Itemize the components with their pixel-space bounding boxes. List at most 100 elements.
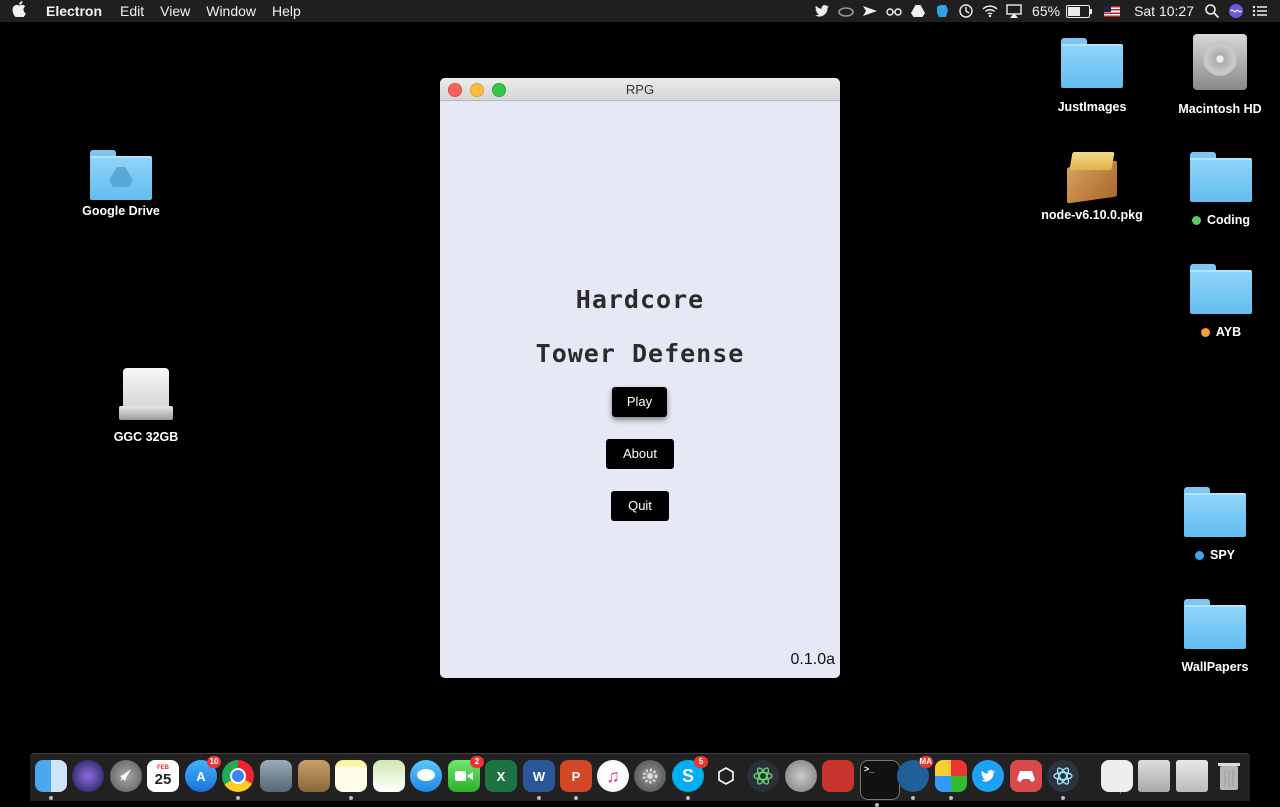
desktop-icon-label: Macintosh HD — [1178, 102, 1262, 116]
documents-stack-icon[interactable] — [1138, 760, 1170, 792]
desktop-icon-macintosh-hd[interactable]: Macintosh HD — [1160, 32, 1280, 116]
notification-center-icon[interactable] — [1248, 0, 1272, 22]
evernote-icon[interactable] — [930, 0, 954, 22]
atom-icon[interactable] — [747, 760, 779, 792]
desktop-icon-label: Coding — [1161, 213, 1280, 227]
package-installer-icon — [1061, 146, 1123, 204]
desktop-icon-google-drive[interactable]: Google Drive — [61, 150, 181, 218]
desktop-icon-node-pkg[interactable]: node-v6.10.0.pkg — [1032, 146, 1152, 222]
menu-bar: Electron Edit View Window Help 65% Sat 1… — [0, 0, 1280, 22]
quicktime-document-icon[interactable] — [1101, 760, 1133, 792]
menu-help[interactable]: Help — [264, 3, 309, 19]
desktop-icon-ayb[interactable]: AYB — [1161, 264, 1280, 339]
dock: FEB 25 A 10 2 X W P ♫ S5 >_ MA — [30, 753, 1250, 807]
desktop-icon-wallpapers[interactable]: WallPapers — [1155, 599, 1275, 674]
menu-view[interactable]: View — [152, 3, 198, 19]
unity-icon[interactable] — [710, 760, 742, 792]
game-controller-icon[interactable] — [1010, 760, 1042, 792]
send-icon[interactable] — [858, 0, 882, 22]
orange-tag-dot — [1200, 327, 1210, 337]
twitter-icon[interactable] — [810, 0, 834, 22]
game-title-line-1: Hardcore — [575, 285, 705, 314]
airplay-icon[interactable] — [1002, 0, 1026, 22]
blue-tag-dot — [1194, 550, 1204, 560]
desktop-icon-label: JustImages — [1057, 100, 1127, 114]
desktop-icon-label: node-v6.10.0.pkg — [1041, 208, 1143, 222]
preview-icon[interactable] — [260, 760, 292, 792]
about-button[interactable]: About — [606, 439, 674, 469]
window-zoom-button[interactable] — [492, 83, 506, 97]
us-flag-input-icon[interactable] — [1104, 5, 1121, 17]
downloads-stack-icon[interactable] — [1176, 760, 1208, 792]
google-drive-folder-icon — [90, 150, 152, 200]
desktop-icon-ggc-32gb[interactable]: GGC 32GB — [86, 366, 206, 444]
quit-button[interactable]: Quit — [611, 491, 669, 521]
desktop-icon-label: SPY — [1155, 548, 1275, 562]
google-drive-icon[interactable] — [906, 0, 930, 22]
finder-icon[interactable] — [35, 760, 67, 800]
folder-icon — [1184, 599, 1246, 649]
word-icon[interactable]: W — [523, 760, 555, 800]
spotlight-search-icon[interactable] — [1200, 0, 1224, 22]
play-button[interactable]: Play — [612, 387, 667, 417]
siri-icon[interactable] — [1224, 0, 1248, 22]
siri-dock-icon[interactable] — [72, 760, 104, 792]
twitter-dock-icon[interactable] — [972, 760, 1004, 792]
battery-percent[interactable]: 65% — [1026, 3, 1066, 19]
wifi-icon[interactable] — [978, 0, 1002, 22]
facetime-icon[interactable]: 2 — [448, 756, 484, 792]
itunes-icon[interactable]: ♫ — [597, 760, 629, 792]
green-tag-dot — [1191, 215, 1201, 225]
launchpad-icon[interactable] — [110, 760, 142, 792]
external-drive-icon — [119, 366, 173, 424]
desktop-icon-label: WallPapers — [1181, 660, 1249, 674]
skype-icon[interactable]: S5 — [672, 756, 708, 800]
network-utility-icon[interactable] — [785, 760, 817, 792]
remote-desktop-icon[interactable] — [822, 760, 854, 792]
hard-drive-icon — [1191, 32, 1249, 92]
version-label: 0.1.0a — [790, 651, 835, 668]
window-close-button[interactable] — [448, 83, 462, 97]
skype-badge: 5 — [694, 756, 708, 768]
menu-window[interactable]: Window — [198, 3, 264, 19]
notes-icon[interactable] — [335, 760, 367, 800]
chrome-icon[interactable] — [222, 760, 254, 800]
terminal-icon[interactable]: >_ — [860, 760, 900, 807]
calendar-icon[interactable]: FEB 25 — [147, 760, 179, 792]
clock[interactable]: Sat 10:27 — [1128, 3, 1200, 19]
messages-icon[interactable] — [410, 760, 442, 792]
game-title-line-2: Tower Defense — [535, 339, 745, 368]
trash-icon[interactable] — [1213, 760, 1245, 792]
game-menu: Hardcore Tower Defense Play About Quit 0… — [440, 101, 840, 678]
app-store-icon[interactable]: A 10 — [185, 756, 221, 792]
desktop-icon-coding[interactable]: Coding — [1161, 152, 1280, 227]
apple-menu-icon[interactable] — [0, 1, 38, 21]
excel-icon[interactable]: X — [485, 760, 517, 792]
menu-edit[interactable]: Edit — [112, 3, 152, 19]
mastodon-icon[interactable]: MA — [897, 756, 933, 800]
creative-cloud-icon[interactable] — [834, 0, 858, 22]
electron-icon[interactable] — [1047, 760, 1079, 800]
desktop-icon-justimages[interactable]: JustImages — [1032, 38, 1152, 114]
calendar-day: 25 — [154, 771, 172, 788]
contacts-icon[interactable] — [298, 760, 330, 792]
powerpoint-icon[interactable]: P — [560, 760, 592, 800]
grid-app-icon[interactable] — [935, 760, 967, 800]
glasses-icon[interactable] — [882, 0, 906, 22]
window-title: RPG — [625, 81, 655, 97]
window-minimize-button[interactable] — [470, 83, 484, 97]
folder-icon — [1184, 487, 1246, 537]
desktop-icon-label: GGC 32GB — [113, 430, 179, 444]
time-machine-icon[interactable] — [954, 0, 978, 22]
window-titlebar[interactable]: RPG — [440, 78, 840, 101]
menu-app-name[interactable]: Electron — [38, 3, 112, 19]
system-preferences-icon[interactable] — [634, 760, 666, 792]
battery-icon[interactable] — [1066, 4, 1093, 18]
preview-photos-icon[interactable] — [373, 760, 405, 792]
facetime-badge: 2 — [470, 756, 484, 768]
desktop-icon-label: Google Drive — [82, 204, 160, 218]
desktop-icon-label: AYB — [1161, 325, 1280, 339]
desktop-icon-spy[interactable]: SPY — [1155, 487, 1275, 562]
app-window: RPG Hardcore Tower Defense Play About Qu… — [440, 78, 840, 678]
folder-icon — [1061, 38, 1123, 88]
